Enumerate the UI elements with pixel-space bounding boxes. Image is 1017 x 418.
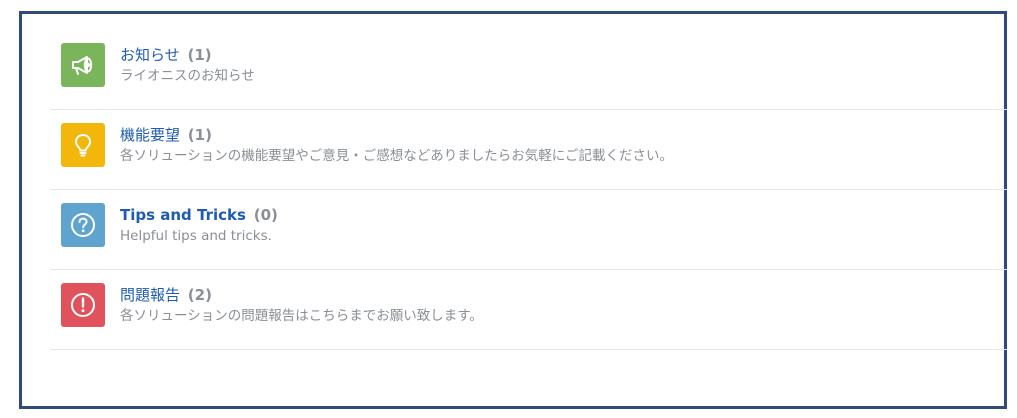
forum-topic-count: (1) bbox=[187, 126, 212, 144]
forum-text: Tips and Tricks (0) Helpful tips and tri… bbox=[120, 205, 997, 246]
forum-title-link[interactable]: お知らせ bbox=[120, 46, 180, 64]
forum-description: Helpful tips and tricks. bbox=[120, 228, 272, 244]
forum-topic-count: (1) bbox=[187, 46, 212, 64]
forum-description: 各ソリューションの問題報告はこちらまでお願い致します。 bbox=[120, 308, 483, 324]
forum-icon-tile bbox=[61, 123, 105, 167]
forum-topic-count: (0) bbox=[253, 206, 278, 224]
megaphone-icon bbox=[72, 56, 93, 75]
forum-title-link[interactable]: 機能要望 bbox=[120, 126, 180, 144]
forum-description: 各ソリューションの機能要望やご意見・ご感想などありましたらお気軽にご記載ください… bbox=[120, 148, 673, 164]
forum-title-line: Tips and Tricks (0) bbox=[120, 205, 997, 225]
forum-title-line: 問題報告 (2) bbox=[120, 285, 997, 305]
forum-title-line: 機能要望 (1) bbox=[120, 125, 997, 145]
forum-title-link[interactable]: 問題報告 bbox=[120, 286, 180, 304]
lightbulb-icon bbox=[75, 134, 91, 157]
forum-panel: お知らせ (1) ライオニスのお知らせ 機能要望 (1) 各ソリューションの機能… bbox=[19, 11, 1007, 409]
forum-row-tips-and-tricks[interactable]: Tips and Tricks (0) Helpful tips and tri… bbox=[51, 190, 1007, 270]
exclamation-circle-icon bbox=[71, 293, 95, 317]
forum-text: お知らせ (1) ライオニスのお知らせ bbox=[120, 45, 997, 86]
forum-description: ライオニスのお知らせ bbox=[120, 68, 255, 84]
forum-text: 機能要望 (1) 各ソリューションの機能要望やご意見・ご感想などありましたらお気… bbox=[120, 125, 997, 166]
forum-topic-count: (2) bbox=[187, 286, 212, 304]
forum-row-announcements[interactable]: お知らせ (1) ライオニスのお知らせ bbox=[51, 30, 1007, 110]
forum-icon-tile bbox=[61, 203, 105, 247]
forum-row-feature-requests[interactable]: 機能要望 (1) 各ソリューションの機能要望やご意見・ご感想などありましたらお気… bbox=[51, 110, 1007, 190]
forum-text: 問題報告 (2) 各ソリューションの問題報告はこちらまでお願い致します。 bbox=[120, 285, 997, 326]
forum-icon-tile bbox=[61, 43, 105, 87]
forum-icon-tile bbox=[61, 283, 105, 327]
forum-row-problem-reports[interactable]: 問題報告 (2) 各ソリューションの問題報告はこちらまでお願い致します。 bbox=[51, 270, 1007, 350]
forum-list: お知らせ (1) ライオニスのお知らせ 機能要望 (1) 各ソリューションの機能… bbox=[51, 30, 1007, 350]
forum-title-link[interactable]: Tips and Tricks bbox=[120, 206, 246, 224]
question-circle-icon bbox=[71, 213, 95, 237]
forum-title-line: お知らせ (1) bbox=[120, 45, 997, 65]
